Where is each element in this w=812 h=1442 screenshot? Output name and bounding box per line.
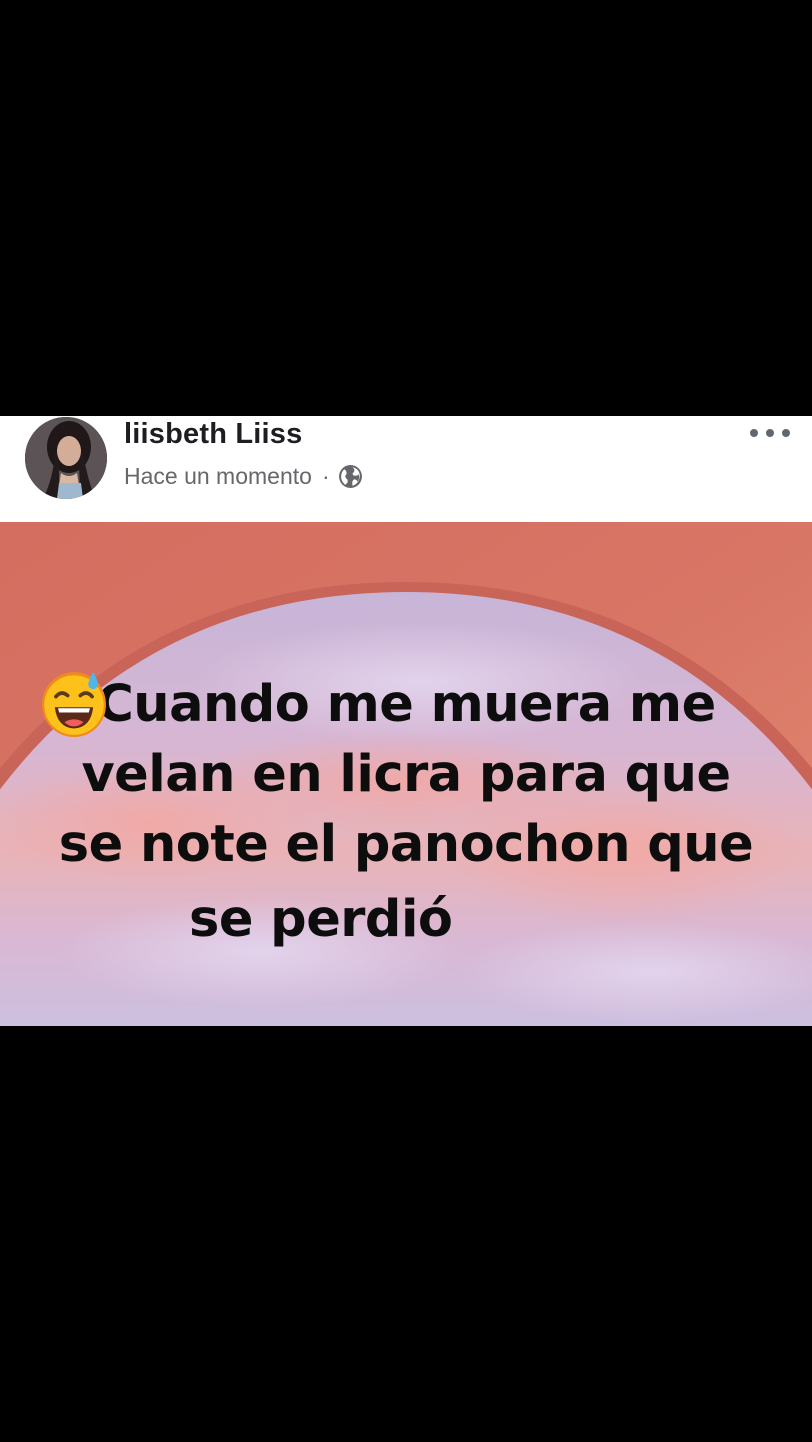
caption-line: se note el panochon que [58,815,754,874]
more-dot [766,429,774,437]
more-dot [750,429,758,437]
caption-line: se perdió [188,890,453,949]
post-image[interactable]: Cuando me muera me velan en licra para q… [0,522,812,1026]
post-meta: Hace un momento · [124,463,363,490]
author-name[interactable]: liisbeth Liiss [124,418,302,451]
caption-line-last: se perdió [40,672,772,955]
timestamp[interactable]: Hace un momento [124,463,312,490]
globe-icon[interactable] [338,464,363,489]
caption-line: velan en licra para que [81,745,731,804]
face-with-tears-of-joy-icon [42,672,538,948]
image-caption: Cuando me muera me velan en licra para q… [40,670,772,955]
grinning-face-with-sweat-icon [42,672,623,948]
facebook-post: liisbeth Liiss Hace un momento · Cuando … [0,416,812,1026]
meta-separator: · [321,463,330,489]
post-header: liisbeth Liiss Hace un momento · [0,416,812,522]
avatar[interactable] [25,417,107,499]
caption-line: Cuando me muera me [96,675,716,734]
more-options-button[interactable] [750,422,790,444]
more-dot [782,429,790,437]
